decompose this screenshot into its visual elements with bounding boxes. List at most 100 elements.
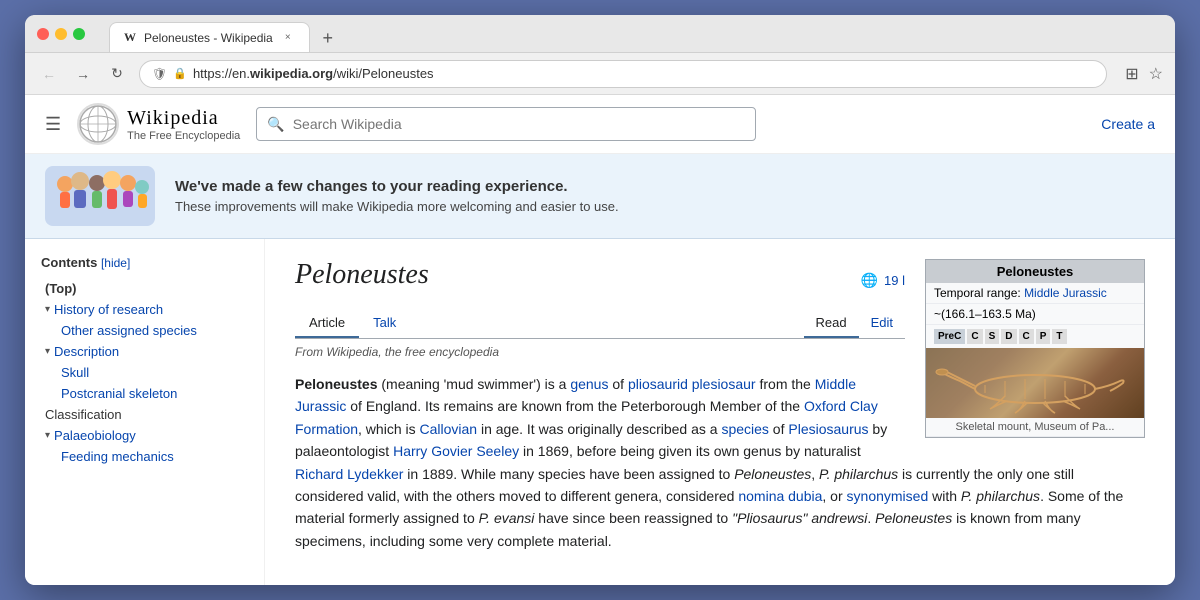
forward-button[interactable]: → (71, 62, 95, 86)
refresh-button[interactable]: ↻ (105, 62, 129, 86)
traffic-lights (37, 28, 85, 40)
geo-c1-button[interactable]: C (967, 329, 982, 344)
tab-close-button[interactable]: × (281, 31, 295, 45)
browser-window: W Peloneustes - Wikipedia × + ← → ↻ 🛡 🔒 … (25, 15, 1175, 585)
link-seeley[interactable]: Harry Govier Seeley (393, 443, 519, 459)
geo-scale: PreC C S D C P T (926, 325, 1144, 348)
banner-text: We've made a few changes to your reading… (175, 178, 619, 214)
tab-talk[interactable]: Talk (359, 309, 410, 338)
tabs-area: W Peloneustes - Wikipedia × + (109, 15, 342, 52)
infobox-image (926, 348, 1144, 418)
italic-peloneustes-2: Peloneustes (875, 510, 952, 526)
infobox-range-row: ~(166.1–163.5 Ma) (926, 304, 1144, 325)
infobox-title: Peloneustes (926, 260, 1144, 283)
link-genus[interactable]: genus (570, 376, 608, 392)
wiki-page: ☰ Wikipedia The Free Encyclopedia (25, 95, 1175, 585)
geo-t-button[interactable]: T (1052, 329, 1066, 344)
toc-item-other-species[interactable]: Other assigned species (41, 320, 248, 341)
geo-p-button[interactable]: P (1036, 329, 1051, 344)
wiki-sidebar: Contents [hide] (Top) ▾ History of resea… (25, 239, 265, 585)
shield-icon: 🛡 (152, 67, 167, 81)
infobox-temporal-link[interactable]: Middle Jurassic (1024, 286, 1107, 300)
link-species[interactable]: species (721, 421, 768, 437)
read-edit-tabs: Read Edit (804, 309, 905, 338)
infobox-temporal-row: Temporal range: Middle Jurassic (926, 283, 1144, 304)
toc-hide-button[interactable]: [hide] (101, 256, 130, 270)
article-tabs-row: Article Talk Read Edit (295, 309, 905, 339)
title-bar: W Peloneustes - Wikipedia × + (25, 15, 1175, 53)
link-lydekker[interactable]: Richard Lydekker (295, 466, 403, 482)
italic-philarchus-1: P. philarchus (819, 466, 898, 482)
geo-d-button[interactable]: D (1001, 329, 1016, 344)
tab-edit[interactable]: Edit (859, 309, 905, 338)
toc-item-classification[interactable]: Classification (41, 404, 248, 425)
italic-philarchus-2: P. philarchus (961, 488, 1040, 504)
toc-item-palaeobiology[interactable]: ▾ Palaeobiology (41, 425, 248, 446)
toc-item-feeding[interactable]: Feeding mechanics (41, 446, 248, 467)
url-text: https://en.wikipedia.org/wiki/Peloneuste… (193, 66, 434, 81)
italic-peloneustes-1: Peloneustes (734, 466, 811, 482)
article-title-row: Peloneustes 🌐 19 l (295, 259, 905, 301)
wiki-search-bar[interactable]: 🔍 (256, 107, 756, 141)
toc-item-history[interactable]: ▾ History of research (41, 299, 248, 320)
notification-banner: We've made a few changes to your reading… (25, 154, 1175, 239)
url-bar[interactable]: 🛡 🔒 https://en.wikipedia.org/wiki/Pelone… (139, 60, 1107, 88)
link-nomina[interactable]: nomina dubia (738, 488, 822, 504)
hamburger-menu-button[interactable]: ☰ (45, 114, 61, 135)
infobox-temporal-range: ~(166.1–163.5 Ma) (934, 307, 1036, 321)
wiki-title-text: Wikipedia The Free Encyclopedia (127, 107, 240, 142)
article-tabs: Article Talk (295, 309, 410, 338)
maximize-window-button[interactable] (73, 28, 85, 40)
language-icon: 🌐 (861, 272, 878, 289)
geo-s-button[interactable]: S (985, 329, 1000, 344)
wiki-header: ☰ Wikipedia The Free Encyclopedia (25, 95, 1175, 154)
wiki-site-tagline: The Free Encyclopedia (127, 130, 240, 142)
banner-illustration (45, 166, 155, 226)
wiki-logo (77, 103, 119, 145)
back-button[interactable]: ← (37, 62, 61, 86)
toc-item-skull[interactable]: Skull (41, 362, 248, 383)
tab-title: Peloneustes - Wikipedia (144, 31, 273, 45)
wiki-site-title: Wikipedia (127, 107, 240, 130)
banner-subtitle: These improvements will make Wikipedia m… (175, 199, 619, 214)
tab-article[interactable]: Article (295, 309, 359, 338)
wiki-content: Contents [hide] (Top) ▾ History of resea… (25, 239, 1175, 585)
italic-pliosaurus: "Pliosaurus" andrewsi (732, 510, 867, 526)
minimize-window-button[interactable] (55, 28, 67, 40)
link-callovian[interactable]: Callovian (420, 421, 478, 437)
toc-item-description[interactable]: ▾ Description (41, 341, 248, 362)
link-plesiosaur[interactable]: pliosaurid plesiosaur (628, 376, 756, 392)
infobox-temporal-label: Temporal range: (934, 286, 1021, 300)
geo-prec-button[interactable]: PreC (934, 329, 965, 344)
link-synonymised[interactable]: synonymised (847, 488, 929, 504)
geo-c2-button[interactable]: C (1019, 329, 1034, 344)
toc-arrow-description: ▾ (45, 346, 50, 357)
infobox: Peloneustes Temporal range: Middle Juras… (925, 259, 1145, 438)
toc-arrow-history: ▾ (45, 304, 50, 315)
wiki-logo-area: Wikipedia The Free Encyclopedia (77, 103, 240, 145)
address-bar: ← → ↻ 🛡 🔒 https://en.wikipedia.org/wiki/… (25, 53, 1175, 95)
search-input[interactable] (293, 116, 746, 132)
toolbar-icons: ⊞ ☆ (1125, 64, 1163, 84)
new-tab-button[interactable]: + (314, 24, 342, 52)
toc-item-postcranial[interactable]: Postcranial skeleton (41, 383, 248, 404)
toc-item-top[interactable]: (Top) (41, 278, 248, 299)
tab-read[interactable]: Read (804, 309, 859, 338)
lock-icon: 🔒 (173, 67, 187, 80)
link-plesiosaurus[interactable]: Plesiosaurus (788, 421, 868, 437)
bookmark-icon[interactable]: ☆ (1149, 64, 1163, 84)
italic-evansi: P. evansi (479, 510, 535, 526)
article-title: Peloneustes (295, 259, 429, 291)
toc-arrow-palaeo: ▾ (45, 430, 50, 441)
wiki-article: Peloneustes Temporal range: Middle Juras… (265, 239, 1175, 585)
create-account-link[interactable]: Create a (1101, 116, 1155, 132)
search-icon: 🔍 (267, 116, 284, 133)
toc-title: Contents [hide] (41, 255, 248, 270)
article-bold-term: Peloneustes (295, 376, 377, 392)
browser-tab-active[interactable]: W Peloneustes - Wikipedia × (109, 22, 310, 52)
infobox-image-caption: Skeletal mount, Museum of Pa... (926, 418, 1144, 437)
reader-mode-icon[interactable]: ⊞ (1125, 64, 1138, 84)
language-count[interactable]: 19 l (884, 273, 905, 288)
close-window-button[interactable] (37, 28, 49, 40)
banner-title: We've made a few changes to your reading… (175, 178, 619, 195)
